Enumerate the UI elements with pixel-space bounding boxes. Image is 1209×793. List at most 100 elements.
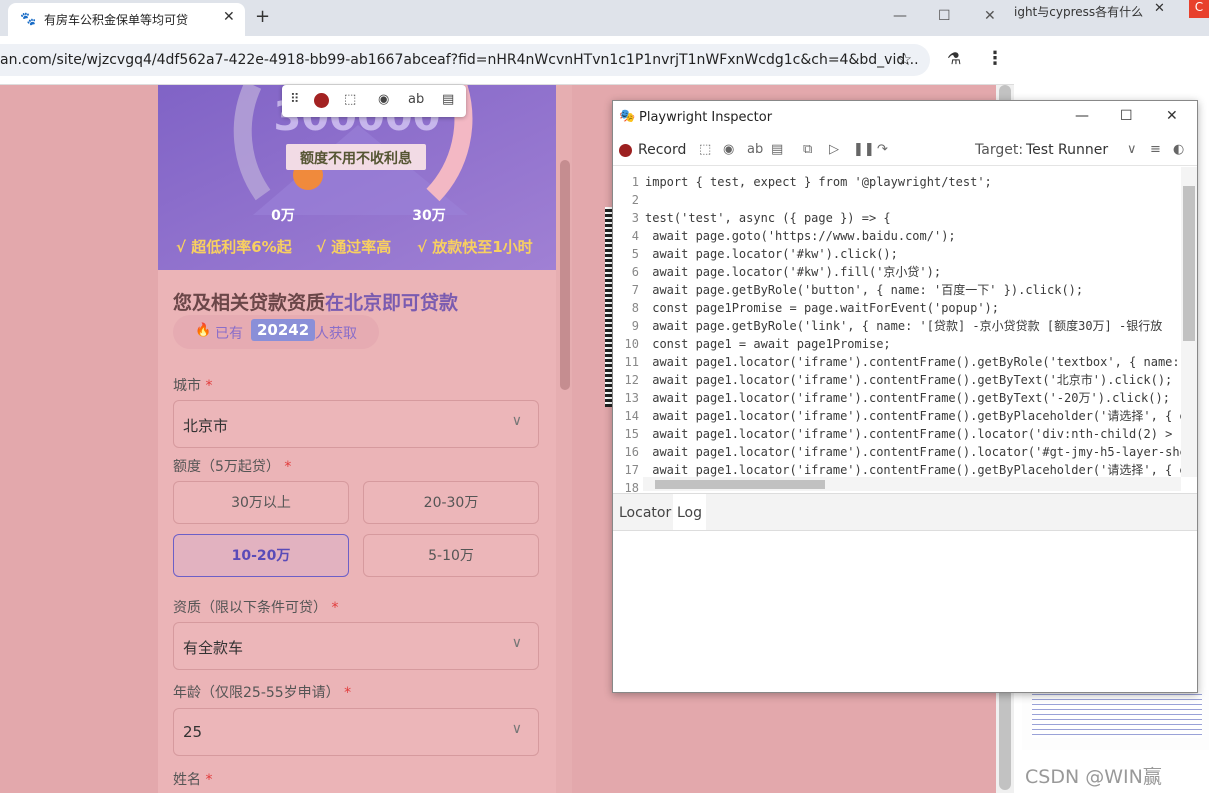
assert-value-icon[interactable]: ▤ [771,142,783,157]
line-number: 4 [631,229,639,243]
assert-visibility-icon[interactable]: ◉ [723,142,734,157]
pick-locator-icon[interactable]: ⬚ [344,92,356,107]
url-input[interactable]: an.com/site/wjzcvgq4/4df562a7-422e-4918-… [0,44,930,76]
code-text: import { test, expect } from '@playwrigh… [645,175,992,189]
headline-part-1: 您及相关贷款资质 [173,292,326,314]
code-line[interactable]: 1 import { test, expect } from '@playwrig… [613,173,1183,191]
page-headline: 您及相关贷款资质在北京即可贷款 [173,288,458,315]
line-number: 10 [624,337,639,351]
step-over-icon[interactable]: ↷ [877,142,888,157]
background-tab-title: ight与cypress各有什么 [1014,5,1144,19]
hero-badge: 额度不用不收利息 [300,150,412,167]
browser-tab[interactable]: 🐾 有房车公积金保单等均可贷 ✕ [8,3,245,36]
maximize-icon[interactable]: ☐ [938,8,951,24]
page-scroll-thumb[interactable] [560,160,570,390]
line-number: 3 [631,211,639,225]
code-line[interactable]: 4 await page.goto('https://www.baidu.com… [613,227,1183,245]
assert-visibility-icon[interactable]: ◉ [378,92,389,107]
assert-text-icon[interactable]: ab [408,92,424,107]
background-code-thumbnail [1022,690,1209,750]
tab-close-button[interactable]: ✕ [223,9,235,25]
close-window-icon[interactable]: ✕ [984,8,996,24]
line-number: 18 [624,481,639,493]
chevron-down-icon: ∨ [511,413,522,429]
inspector-titlebar: 🎭 Playwright Inspector — ☐ ✕ [613,101,1197,133]
code-line[interactable]: 10 const page1 = await page1Promise; [613,335,1183,353]
tab-locator[interactable]: Locator [619,505,671,521]
theme-toggle-icon[interactable]: ◐ [1173,142,1184,157]
line-number: 7 [631,283,639,297]
assert-text-icon[interactable]: ab [747,142,763,157]
code-text: await page.getByRole('button', { name: '… [645,283,1084,297]
code-vertical-scroll-thumb[interactable] [1183,186,1195,341]
age-select[interactable]: 25 ∨ [173,708,539,756]
code-text: await page1.locator('iframe').contentFra… [645,373,1173,387]
code-line[interactable]: 15 await page1.locator('iframe').content… [613,425,1187,443]
address-bar: an.com/site/wjzcvgq4/4df562a7-422e-4918-… [0,36,1014,85]
code-line[interactable]: 5 await page.locator('#kw').click(); [613,245,1183,263]
amount-option-20-30[interactable]: 20-30万 [363,481,539,524]
url-text: an.com/site/wjzcvgq4/4df562a7-422e-4918-… [0,52,919,68]
line-number: 2 [631,193,639,207]
minimize-icon[interactable]: — [1075,108,1089,124]
assert-value-icon[interactable]: ▤ [442,92,454,107]
code-line[interactable]: 14 await page1.locator('iframe').content… [613,407,1187,425]
code-line[interactable]: 8 const page1Promise = page.waitForEvent… [613,299,1183,317]
pause-icon[interactable]: ❚❚ [853,142,875,157]
background-tab[interactable]: ight与cypress各有什么 ✕ C [1014,0,1209,36]
pick-locator-icon[interactable]: ⬚ [699,142,711,157]
code-line[interactable]: 13 await page1.locator('iframe').content… [613,389,1183,407]
city-select[interactable]: 北京市 ∨ [173,400,539,448]
chevron-down-icon[interactable]: ∨ [1127,142,1137,157]
drag-handle-icon[interactable]: ⠿ [290,92,300,107]
code-text: await page1.locator('iframe').contentFra… [645,391,1170,405]
code-text: await page.locator('#kw').fill('京小贷'); [645,265,942,279]
chevron-down-icon: ∨ [511,721,522,737]
target-select[interactable]: Test Runner [1026,142,1108,158]
copy-icon[interactable]: ⧉ [803,142,812,157]
line-number: 16 [624,445,639,459]
code-line[interactable]: 11 await page1.locator('iframe').content… [613,353,1195,371]
line-number: 13 [624,391,639,405]
tab-log[interactable]: Log [673,494,707,530]
headline-part-2: 在北京即可贷款 [325,292,459,314]
target-label: Target: [975,142,1024,158]
qualification-select[interactable]: 有全款车 ∨ [173,622,539,670]
chevron-down-icon: ∨ [511,635,522,651]
code-horizontal-scroll-thumb[interactable] [655,480,825,489]
code-line[interactable]: 3 test('test', async ({ page }) => { [613,209,1183,227]
resume-icon[interactable]: ▷ [829,142,839,157]
code-line[interactable]: 9 await page.getByRole('link', { name: '… [613,317,1183,335]
maximize-icon[interactable]: ☐ [1120,108,1133,124]
new-tab-button[interactable]: + [255,6,270,27]
csdn-icon: C [1189,0,1209,18]
record-button[interactable]: Record [638,142,686,158]
settings-lines-icon[interactable]: ≡ [1150,142,1161,157]
record-icon[interactable] [314,93,329,108]
record-icon[interactable] [619,144,632,157]
bookmark-star-icon[interactable]: ☆ [897,50,912,70]
gauge-min: 0万 [271,208,295,224]
code-line[interactable]: 2 [613,191,1183,209]
code-text: await page.getByRole('link', { name: '[贷… [645,319,1163,333]
line-number: 8 [631,301,639,315]
code-line[interactable]: 6 await page.locator('#kw').fill('京小贷'); [613,263,1183,281]
minimize-icon[interactable]: — [893,8,907,24]
code-line[interactable]: 16 await page1.locator('iframe').content… [613,443,1187,461]
close-window-icon[interactable]: ✕ [1166,108,1178,124]
amount-option-30-plus[interactable]: 30万以上 [173,481,349,524]
amount-option-10-20[interactable]: 10-20万 [173,534,349,577]
code-line[interactable]: 12 await page1.locator('iframe').content… [613,371,1183,389]
flask-icon[interactable]: ⚗ [947,49,961,68]
code-line[interactable]: 7 await page.getByRole('button', { name:… [613,281,1183,299]
gauge-max: 30万 [412,208,445,224]
code-text: const page1Promise = page.waitForEvent('… [645,301,1000,315]
age-label: 年龄（仅限25-55岁申请） * [173,685,352,701]
inspector-toolbar: Record ⬚ ◉ ab ▤ ⧉ ▷ ❚❚ ↷ Target: Test Ru… [613,134,1197,166]
code-editor[interactable]: 1 import { test, expect } from '@playwrig… [613,167,1197,493]
amount-option-5-10[interactable]: 5-10万 [363,534,539,577]
browser-menu-icon[interactable]: ⋮ [986,48,1004,69]
line-number: 14 [624,409,639,423]
background-tab-close[interactable]: ✕ [1154,1,1165,16]
line-number: 12 [624,373,639,387]
